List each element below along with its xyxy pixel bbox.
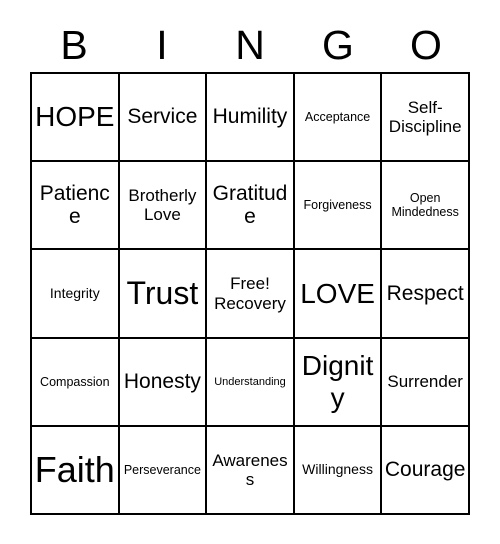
bingo-cell[interactable]: Willingness: [294, 426, 383, 516]
bingo-cell[interactable]: Open Mindedness: [382, 162, 470, 251]
bingo-grid: HOPE Service Humility Acceptance Self- D…: [30, 72, 470, 516]
bingo-header-letter-i: I: [156, 21, 168, 68]
bingo-row: Faith Perseverance Awareness Willingness…: [32, 426, 470, 516]
bingo-cell[interactable]: Acceptance: [294, 74, 383, 163]
bingo-cell-label: Faith: [34, 448, 115, 490]
bingo-cell[interactable]: Gratitude: [207, 162, 295, 251]
bingo-cell-label: Compassion: [40, 374, 110, 389]
bingo-cell[interactable]: Honesty: [119, 338, 208, 427]
bingo-cell-label: Forgiveness: [303, 198, 372, 213]
bingo-cell-label: Integrity: [49, 284, 100, 301]
bingo-cell-label: Humility: [212, 105, 288, 129]
bingo-card: B I N G O HOPE Service Humility Acceptan…: [0, 0, 500, 544]
bingo-cell[interactable]: Integrity: [32, 250, 120, 339]
bingo-cell[interactable]: LOVE: [294, 250, 383, 339]
bingo-cell[interactable]: Respect: [382, 250, 470, 339]
bingo-cell[interactable]: Forgiveness: [294, 162, 383, 251]
bingo-header-letter-n: N: [235, 21, 265, 68]
bingo-header: B I N G O: [30, 18, 470, 72]
bingo-cell[interactable]: Perseverance: [119, 426, 208, 516]
bingo-cell-label: Perseverance: [123, 462, 201, 477]
bingo-cell[interactable]: Understanding: [207, 338, 295, 427]
bingo-row: Patience Brotherly Love Gratitude Forgiv…: [32, 162, 470, 251]
bingo-cell-label: Honesty: [123, 369, 201, 393]
bingo-header-letter-g: G: [322, 21, 354, 68]
bingo-cell[interactable]: Dignity: [294, 338, 383, 427]
bingo-cell-label: Respect: [386, 281, 464, 305]
bingo-cell-label: Willingness: [302, 461, 373, 478]
bingo-cell[interactable]: Patience: [32, 162, 120, 251]
bingo-cell-label: Courage: [384, 458, 466, 482]
bingo-cell[interactable]: Trust: [119, 250, 208, 339]
bingo-header-letter-b: B: [60, 21, 88, 68]
bingo-cell[interactable]: Surrender: [382, 338, 470, 427]
bingo-cell[interactable]: Self- Discipline: [382, 74, 470, 163]
bingo-cell-label: Awareness: [212, 450, 288, 489]
bingo-cell-label: Brotherly Love: [128, 186, 197, 225]
bingo-cell-label: Understanding: [214, 375, 286, 388]
bingo-cell[interactable]: Brotherly Love: [119, 162, 208, 251]
bingo-cell-label: Dignity: [301, 350, 374, 413]
bingo-cell[interactable]: Courage: [382, 426, 470, 516]
bingo-row: Compassion Honesty Understanding Dignity…: [32, 338, 470, 427]
bingo-cell-label: Trust: [126, 274, 199, 311]
bingo-cell-label: Acceptance: [304, 110, 371, 125]
bingo-cell-label: Open Mindedness: [391, 191, 459, 220]
bingo-cell[interactable]: HOPE: [32, 74, 120, 163]
bingo-cell[interactable]: Humility: [207, 74, 295, 163]
bingo-cell-free-space[interactable]: Free! Recovery: [207, 250, 295, 339]
bingo-cell-label: Service: [127, 105, 198, 129]
bingo-cell-label: Self- Discipline: [388, 98, 462, 137]
bingo-cell-label: HOPE: [35, 101, 115, 133]
bingo-cell-label: Free! Recovery: [214, 274, 286, 313]
bingo-cell[interactable]: Awareness: [207, 426, 295, 516]
bingo-row: Integrity Trust Free! Recovery LOVE Resp…: [32, 250, 470, 339]
bingo-cell-label: Patience: [39, 181, 110, 229]
bingo-cell[interactable]: Service: [119, 74, 208, 163]
bingo-row: HOPE Service Humility Acceptance Self- D…: [32, 74, 470, 163]
bingo-cell[interactable]: Compassion: [32, 338, 120, 427]
bingo-cell-label: Gratitude: [212, 181, 288, 229]
bingo-cell-label: LOVE: [300, 277, 375, 309]
bingo-header-letter-o: O: [410, 21, 442, 68]
bingo-cell[interactable]: Faith: [32, 426, 120, 516]
bingo-cell-label: Surrender: [387, 372, 463, 392]
